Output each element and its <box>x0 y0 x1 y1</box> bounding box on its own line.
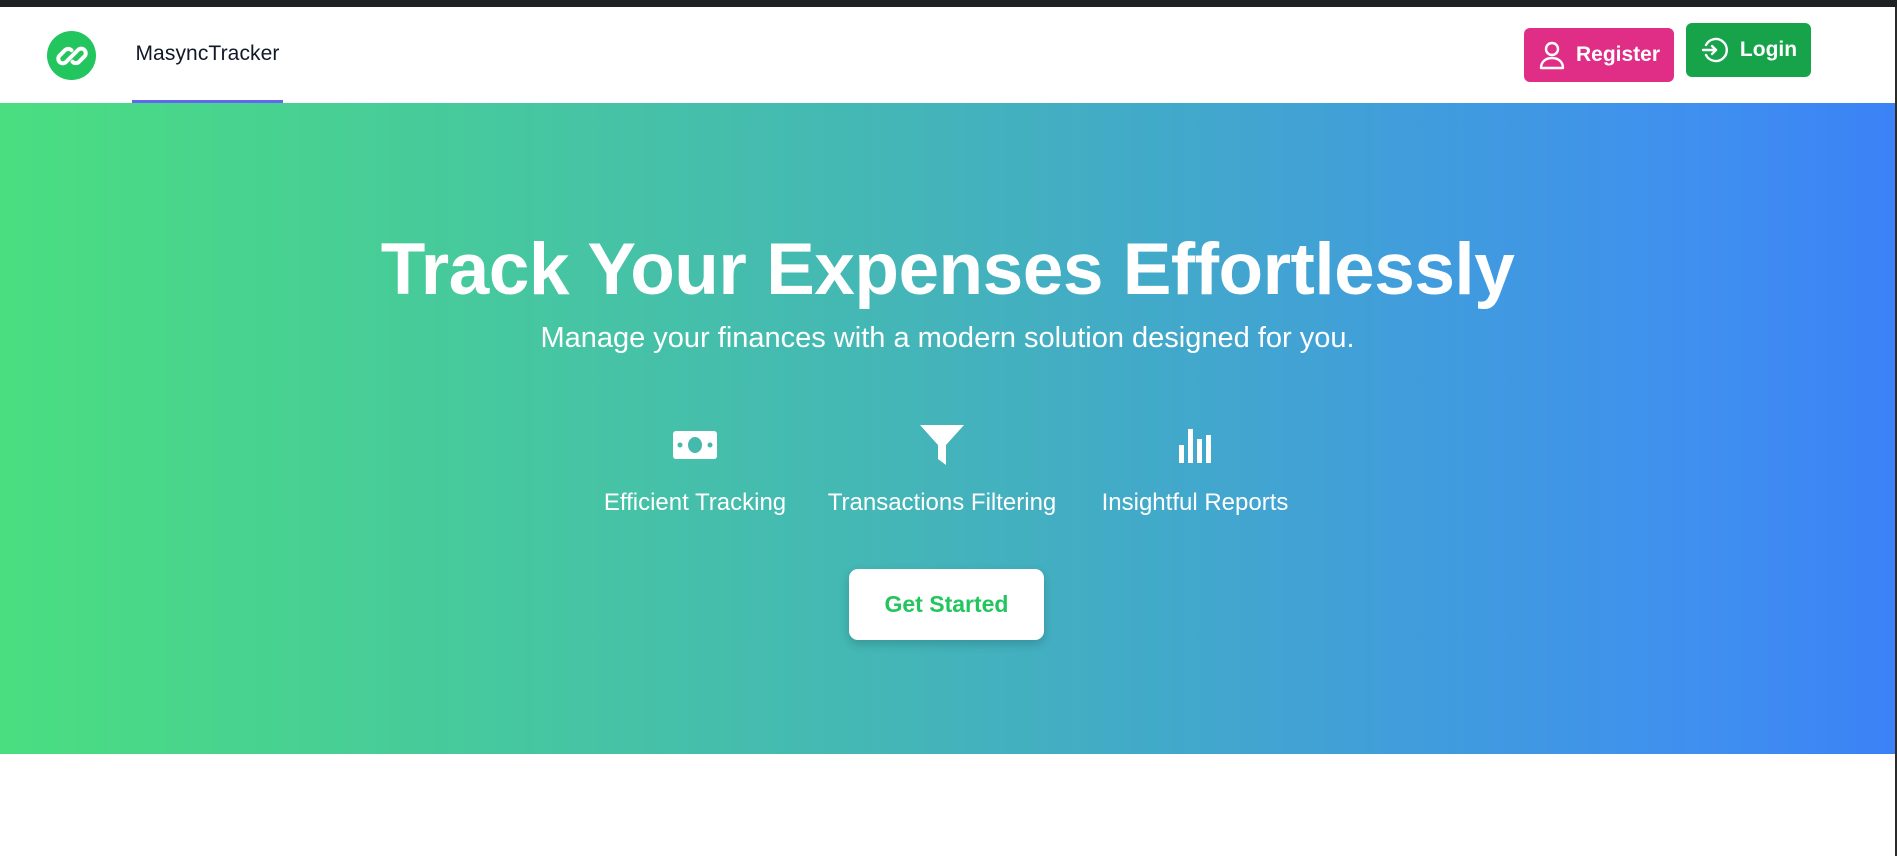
feature-label: Transactions Filtering <box>827 489 1057 516</box>
window-top-strip <box>0 0 1897 7</box>
feature-transactions-filtering: Transactions Filtering <box>822 423 1062 517</box>
hero-section: Track Your Expenses Effortlessly Manage … <box>0 103 1895 754</box>
bar-chart-icon <box>1178 423 1212 467</box>
hero-subtitle: Manage your finances with a modern solut… <box>540 322 1355 354</box>
feature-label: Insightful Reports <box>1101 489 1289 516</box>
money-bill-icon <box>672 423 718 467</box>
user-icon <box>1539 41 1565 70</box>
get-started-button[interactable]: Get Started <box>849 569 1044 640</box>
page-viewport: MasyncTracker Register Login Track Your … <box>0 7 1897 856</box>
register-label: Register <box>1575 43 1661 66</box>
feature-efficient-tracking: Efficient Tracking <box>595 423 795 517</box>
hero-title: Track Your Expenses Effortlessly <box>380 229 1515 310</box>
login-arrow-icon <box>1701 37 1728 63</box>
register-button[interactable]: Register <box>1524 28 1674 82</box>
login-button[interactable]: Login <box>1686 23 1811 77</box>
feature-label: Efficient Tracking <box>603 489 787 516</box>
brand-link[interactable]: MasyncTracker <box>132 7 283 103</box>
brand-name: MasyncTracker <box>135 41 280 65</box>
logo[interactable] <box>47 31 96 80</box>
filter-funnel-icon <box>919 423 965 467</box>
feature-insightful-reports: Insightful Reports <box>1090 423 1300 517</box>
navbar: MasyncTracker Register Login <box>0 7 1895 103</box>
link-circle-icon <box>55 46 88 65</box>
login-label: Login <box>1739 38 1798 61</box>
